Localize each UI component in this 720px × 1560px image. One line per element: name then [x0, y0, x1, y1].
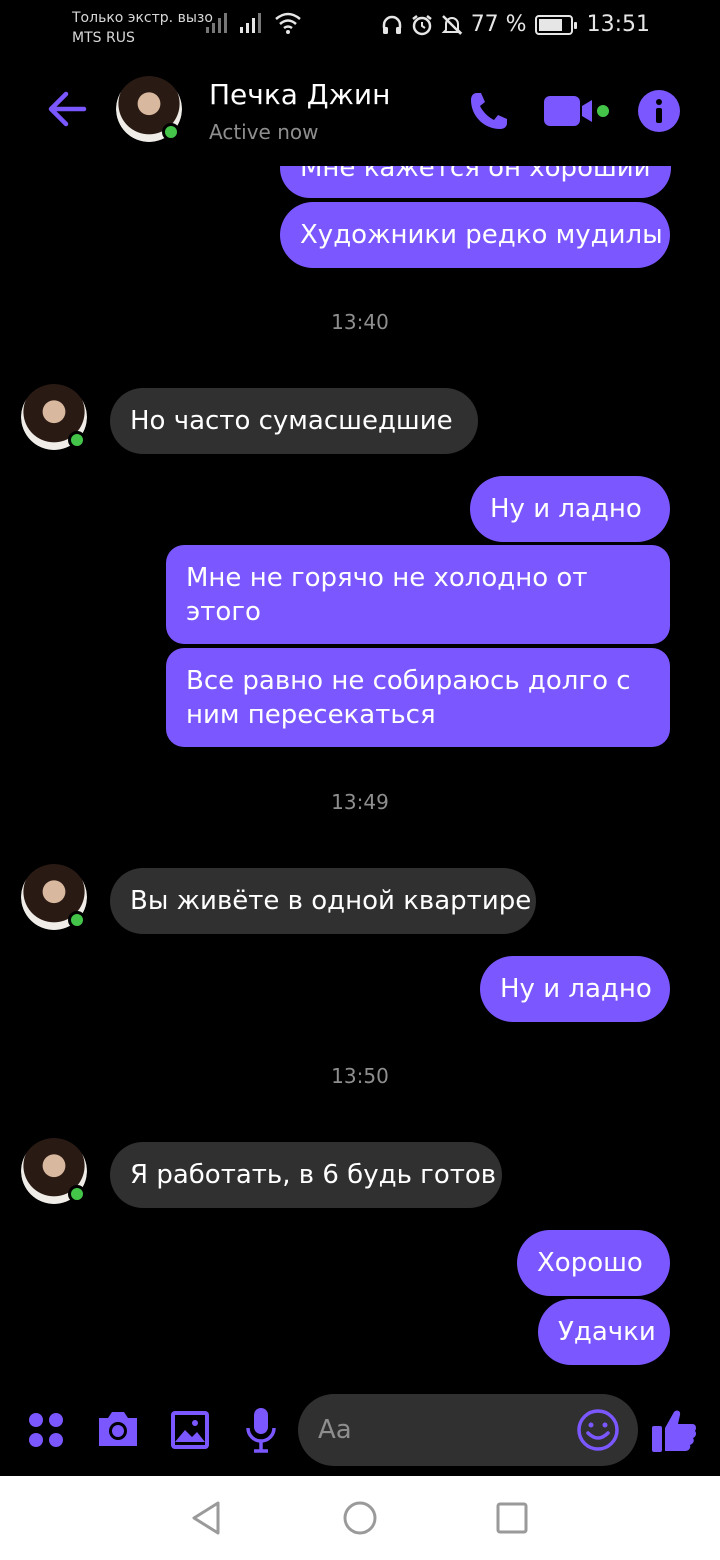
- emoji-icon[interactable]: [576, 1408, 620, 1452]
- message-incoming[interactable]: Но часто сумасшедшие: [110, 388, 478, 454]
- contact-name[interactable]: Печка Джин: [209, 78, 390, 111]
- message-outgoing[interactable]: Ну и ладно: [480, 956, 670, 1022]
- online-indicator: [162, 123, 180, 141]
- phone-icon[interactable]: [467, 89, 511, 133]
- timestamp: 13:49: [331, 790, 389, 814]
- battery-percent: 77 %: [470, 12, 527, 37]
- nav-home-icon[interactable]: [342, 1500, 378, 1536]
- info-icon[interactable]: [637, 89, 681, 133]
- battery-icon: [534, 14, 577, 35]
- signal-icon: [206, 13, 227, 33]
- microphone-icon[interactable]: [244, 1406, 278, 1454]
- thumbs-up-icon[interactable]: [650, 1406, 698, 1454]
- mute-bell-icon: [441, 14, 463, 35]
- headphones-icon: [382, 15, 401, 34]
- timestamp: 13:50: [331, 1064, 389, 1088]
- nav-back-icon[interactable]: [190, 1500, 222, 1536]
- back-arrow-icon[interactable]: [44, 86, 90, 132]
- screen: Только экстр. вызо MTS RUS 77 % 13:51 Пе…: [0, 0, 720, 1560]
- signal-icon: [240, 13, 261, 33]
- message-outgoing[interactable]: Мне не горячо не холодно от этого: [166, 545, 670, 644]
- system-nav-bar: [0, 1476, 720, 1560]
- composer-bar: [0, 1388, 720, 1474]
- battery-fill: [538, 18, 562, 31]
- online-indicator: [68, 431, 86, 449]
- video-camera-icon[interactable]: [544, 94, 602, 128]
- message-outgoing[interactable]: Все равно не собираюсь долго с ним перес…: [166, 648, 670, 747]
- online-indicator: [68, 1185, 86, 1203]
- status-time: 13:51: [586, 12, 650, 37]
- message-outgoing[interactable]: Ну и ладно: [470, 476, 670, 542]
- message-incoming[interactable]: Я работать, в 6 будь готов: [110, 1142, 502, 1208]
- message-input[interactable]: [318, 1412, 568, 1448]
- message-incoming[interactable]: Вы живёте в одной квартире: [110, 868, 536, 934]
- camera-icon[interactable]: [95, 1408, 141, 1450]
- carrier-info: Только экстр. вызо MTS RUS: [72, 8, 213, 48]
- online-indicator: [68, 911, 86, 929]
- message-outgoing[interactable]: Хорошо: [517, 1230, 670, 1296]
- carrier-line-1: Только экстр. вызо: [72, 10, 213, 26]
- chat-header: Печка Джин Active now: [0, 56, 720, 166]
- message-input-container[interactable]: [298, 1394, 638, 1466]
- signal-icons: [206, 12, 302, 34]
- carrier-line-2: MTS RUS: [72, 30, 135, 46]
- apps-icon[interactable]: [28, 1412, 64, 1448]
- contact-status: Active now: [209, 120, 319, 144]
- status-right: 77 % 13:51: [381, 12, 650, 37]
- timestamp: 13:40: [331, 310, 389, 334]
- wifi-icon: [275, 12, 301, 34]
- alarm-icon: [411, 14, 432, 35]
- gallery-icon[interactable]: [170, 1410, 210, 1450]
- video-online-indicator: [595, 103, 611, 119]
- status-bar: Только экстр. вызо MTS RUS 77 % 13:51: [0, 0, 720, 56]
- nav-recents-icon[interactable]: [496, 1502, 528, 1534]
- message-outgoing[interactable]: Художники редко мудилы: [280, 202, 670, 268]
- message-outgoing[interactable]: Удачки: [538, 1299, 670, 1365]
